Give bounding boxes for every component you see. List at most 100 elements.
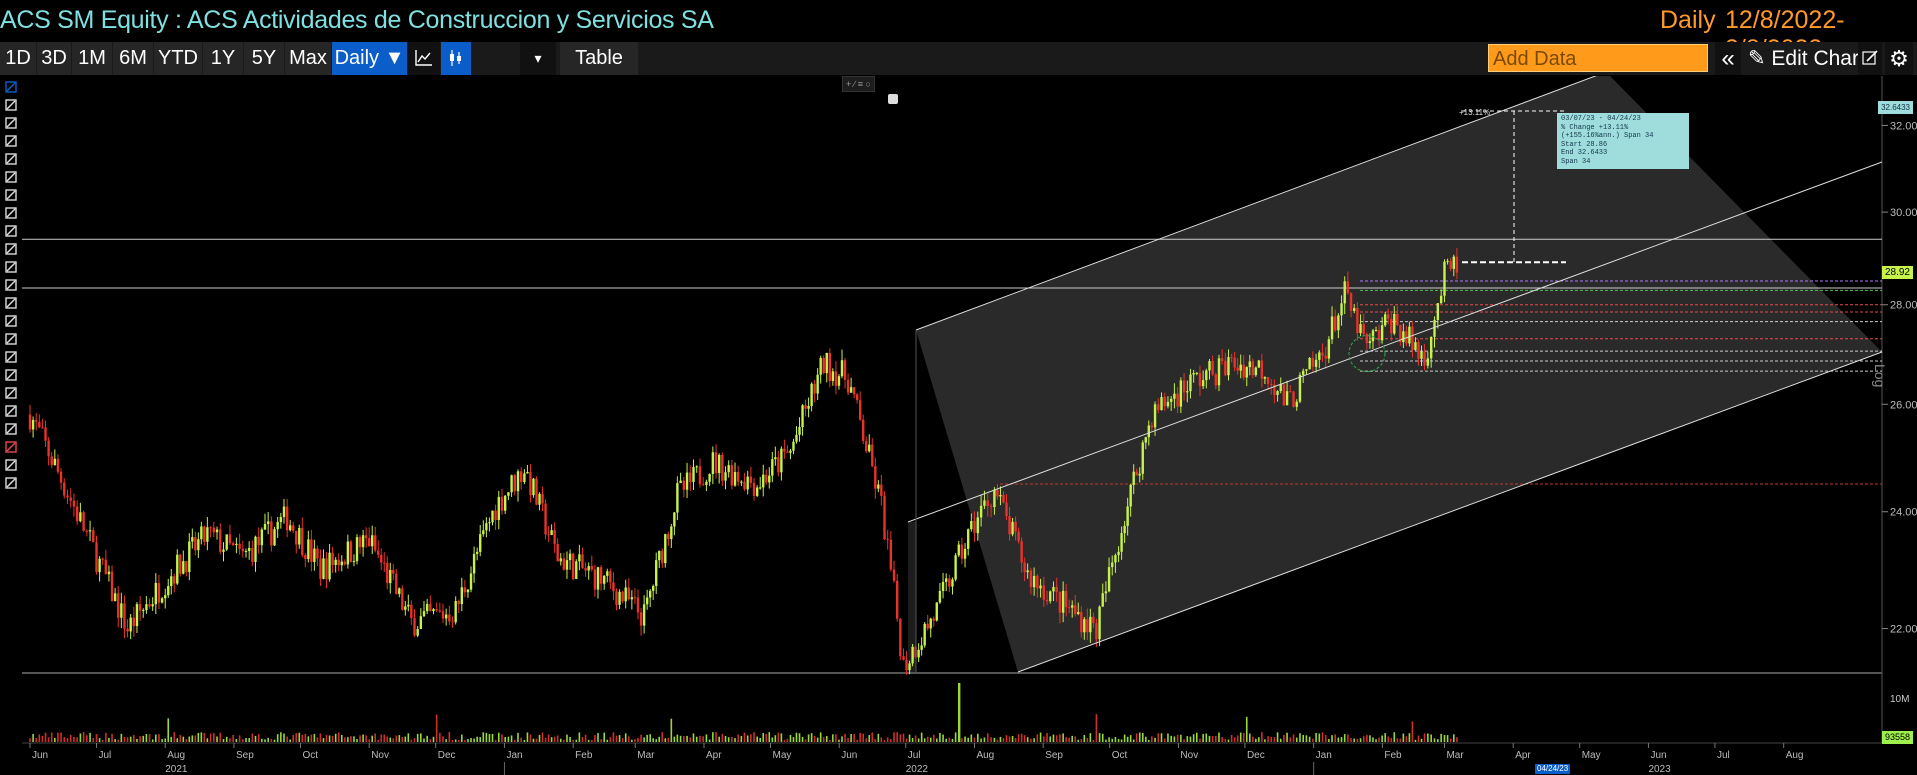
volume-bar [316,737,319,742]
r-icon[interactable] [4,242,18,256]
x-year-label: 2021 [165,764,188,775]
candle-body [1195,372,1199,374]
candle-body [562,558,566,570]
y-tick-label: 28.00 [1890,300,1917,312]
volume-bar [1126,736,1129,742]
pointer-icon[interactable] [4,296,18,310]
volume-bar [1437,739,1439,742]
palette-icon[interactable] [4,440,18,454]
volume-bar [1123,734,1126,742]
candle-body [482,530,485,535]
period-1d-button[interactable]: 1D [0,42,36,75]
volume-bar [1331,735,1333,742]
annotate-icon[interactable] [1858,42,1882,75]
zoom-icon[interactable] [4,404,18,418]
candle-body [47,440,50,457]
volume-bar [905,738,908,742]
candle-chart-icon[interactable] [441,42,471,75]
volume-bar [945,738,947,742]
candle-body [120,603,123,618]
volume-bar [1148,739,1150,742]
candle-body [1446,260,1449,262]
pencil-icon[interactable] [4,98,18,112]
list-icon[interactable] [4,368,18,382]
volume-bar [1255,738,1257,742]
volume-bar [117,739,120,742]
volume-bar [482,732,485,742]
color-icon[interactable] [4,458,18,472]
floating-draw-tools[interactable]: + ∕ ≡ ○ [842,76,875,92]
candle-body [1260,360,1264,379]
period-3d-button[interactable]: 3D [37,42,71,75]
line-tool-icon[interactable] [4,260,18,274]
candle-body [926,623,929,629]
move-icon[interactable] [4,278,18,292]
x-month-label: Apr [706,750,722,761]
log-scale-label[interactable]: Log [1872,364,1888,387]
period-1y-button[interactable]: 1Y [203,42,243,75]
brush-icon[interactable] [4,188,18,202]
candle-body [673,512,676,527]
volume-bar [235,738,238,742]
edit-chart-button[interactable]: ✎ Edit Chart [1748,42,1865,75]
period-5y-button[interactable]: 5Y [244,42,284,75]
volume-bar [1414,739,1417,742]
period-6m-button[interactable]: 6M [113,42,153,75]
fib-icon[interactable] [4,152,18,166]
volume-bar [1186,736,1189,742]
add-data-input[interactable]: Add Data [1488,44,1708,72]
volume-bar [1242,732,1245,742]
settings-icon[interactable]: ⚙ [1885,42,1913,75]
ruler-icon[interactable] [4,224,18,238]
candle-body [1337,315,1340,331]
grid-icon[interactable] [4,422,18,436]
text-tool-icon[interactable] [4,116,18,130]
candle-body [1356,308,1359,334]
layers-icon[interactable] [4,386,18,400]
security-title: ACS SM Equity : ACS Actividades de Const… [0,6,714,34]
period-ytd-button[interactable]: YTD [154,42,202,75]
candle-body [355,537,359,562]
cursor-icon[interactable] [4,80,18,94]
candle-body [358,537,362,548]
volume-bar [395,735,398,742]
candle-body [765,474,768,483]
font-icon[interactable] [4,332,18,346]
volume-bar [822,737,825,742]
period-1m-button[interactable]: 1M [72,42,112,75]
frequency-dropdown[interactable]: Daily ▼ [332,42,407,75]
period-max-button[interactable]: Max [285,42,331,75]
candle-body [979,505,983,518]
candle-body [1279,384,1282,392]
trash-icon[interactable] [4,314,18,328]
candle-body [807,406,810,409]
x-month-label: Nov [371,750,389,761]
candle-body [1061,590,1065,613]
pen-icon[interactable] [4,206,18,220]
collapse-icon[interactable]: « [1715,42,1741,75]
candle-body [154,582,158,605]
volume-bar [594,735,596,742]
float-settings-icon[interactable] [888,94,898,104]
table-button[interactable]: Table [560,42,638,75]
chart-type-menu-arrow[interactable]: ▾ [520,42,556,75]
gear-icon[interactable] [4,476,18,490]
rect-icon[interactable] [4,350,18,364]
volume-bar [964,736,966,742]
candle-body [877,484,880,489]
x-month-label: Sep [236,750,254,761]
volume-bar [970,734,973,742]
candle-body [41,427,44,429]
trendline-icon[interactable] [4,134,18,148]
candle-body [138,604,142,611]
candle-body [307,539,310,560]
volume-bar [566,734,568,742]
line-chart-icon[interactable] [408,42,440,75]
hline-icon[interactable] [4,170,18,184]
volume-bar [491,733,494,742]
candle-body [780,448,783,473]
candle-body [636,597,640,613]
price-chart[interactable]: 32.00 30.00 28.00 26.00 24.00 22.00 Jun Jul Aug… [0,76,1917,775]
volume-bar [621,738,624,742]
volume-bar [899,734,902,742]
